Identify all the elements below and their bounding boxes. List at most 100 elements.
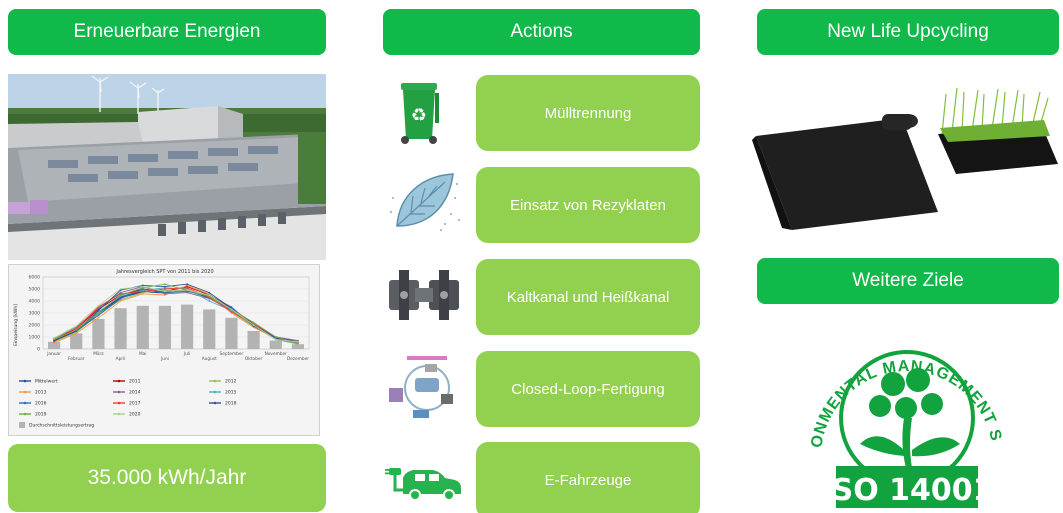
legend-label: 2012 [225, 379, 237, 385]
point-2016 [97, 314, 100, 317]
point-2013 [141, 292, 144, 295]
point-2020 [297, 340, 299, 343]
x-tick-label: August [202, 356, 217, 362]
chart-x-ticks: Januar Februar März April Mai Juni Juli AugustS… [46, 351, 309, 362]
point-2018 [164, 285, 166, 288]
svg-text:♻: ♻ [411, 105, 427, 125]
point-2013 [75, 332, 78, 335]
point-2018 [97, 309, 100, 312]
point-2019 [164, 283, 166, 286]
y-tick-label: 5000 [29, 287, 41, 293]
hot-runner-icon [385, 262, 465, 328]
point-2020 [164, 290, 166, 293]
legend-label: 2015 [225, 390, 237, 396]
legend-label: 2016 [35, 401, 47, 407]
header-actions: Actions [383, 9, 700, 55]
point-2017 [141, 290, 144, 293]
iso-14001-badge: ENVIRONMENTAL MANAGEMENT SYSTEM ISO 1400… [793, 313, 1014, 512]
point-2020 [119, 288, 122, 290]
x-tick-label: April [116, 356, 126, 362]
y-tick-label: 0 [37, 347, 40, 353]
point-2020 [252, 324, 255, 326]
electric-car-icon [385, 446, 465, 512]
recycle-bin-icon: ♻ [385, 79, 465, 145]
legend-label: 2018 [225, 401, 237, 407]
solar-factory-illustration [8, 74, 326, 260]
solar-yield-chart: Jahresvergleich SPT von 2011 bis 2020 Ei… [8, 264, 320, 436]
chart-title: Jahresvergleich SPT von 2011 bis 2020 [115, 269, 213, 275]
y-tick-label: 1000 [29, 335, 41, 341]
legend-label: 2017 [129, 401, 141, 407]
point-2017 [164, 288, 166, 290]
y-tick-label: 4000 [29, 299, 41, 305]
legend-marker [23, 379, 27, 383]
chart-y-axis-label: Einspeisung [kWh] [13, 304, 19, 346]
point-2019 [252, 321, 255, 324]
x-tick-label: Mai [139, 351, 147, 357]
point-2017 [230, 310, 233, 313]
x-tick-label: November [265, 351, 288, 357]
legend-marker [117, 390, 121, 394]
point-2020 [75, 325, 78, 328]
legend-marker [117, 379, 121, 383]
legend-marker [23, 401, 27, 405]
chart-lines [53, 283, 299, 346]
factory-rooftop-photo [8, 74, 326, 260]
legend-label: 2019 [35, 412, 47, 418]
chart-legend: Mittelwert 2011 2012 2013 2014 2015 2016 2017 20… [19, 379, 237, 429]
point-2020 [141, 285, 144, 288]
legend-marker [23, 412, 27, 416]
annual-energy-value: 35.000 kWh/Jahr [8, 444, 326, 512]
action-e-fahrzeuge-button[interactable]: E-Fahrzeuge [476, 442, 700, 513]
bar-April [114, 308, 127, 349]
x-tick-label: Juli [183, 351, 190, 357]
action-rezyklate-button[interactable]: Einsatz von Rezyklaten [476, 167, 700, 243]
bar-September [225, 317, 238, 349]
point-2018 [208, 291, 211, 294]
point-2019 [119, 294, 122, 296]
action-kaltkanal-heisskanal-button[interactable]: Kaltkanal und Heißkanal [476, 259, 700, 335]
point-2020 [97, 304, 100, 307]
legend-label: Mittelwert [35, 379, 58, 385]
point-2017 [186, 286, 188, 289]
chart-grid [42, 276, 310, 350]
legend-marker [213, 401, 217, 405]
point-2019 [274, 336, 277, 338]
point-2015 [208, 300, 211, 302]
point-2019 [75, 328, 78, 331]
bar-August [203, 309, 216, 349]
y-tick-label: 2000 [29, 323, 41, 329]
y-tick-label: 6000 [29, 275, 41, 281]
bar-März [92, 319, 105, 349]
x-tick-label: März [93, 351, 104, 357]
series-line-2014 [53, 286, 298, 342]
x-tick-label: Januar [46, 351, 61, 357]
upcycling-products-image [752, 80, 1062, 230]
action-closed-loop-button[interactable]: Closed-Loop-Fertigung [476, 351, 700, 427]
action-muelltrennung-button[interactable]: Mülltrennung [476, 75, 700, 151]
iso-label: ISO 14001 [820, 473, 993, 508]
point-2018 [186, 283, 188, 286]
bar-Mai [136, 305, 149, 349]
bar-Februar [70, 333, 83, 349]
x-tick-label: Oktober [245, 356, 263, 362]
legend-label: 2014 [129, 390, 141, 396]
point-2020 [186, 289, 188, 292]
header-new-life-upcycling: New Life Upcycling [757, 9, 1059, 55]
legend-label: 2013 [35, 390, 47, 396]
legend-label: 2011 [129, 379, 141, 385]
bar-Oktober [247, 331, 260, 349]
x-tick-label: Februar [68, 356, 85, 362]
leaf-icon [385, 168, 465, 234]
yearly-comparison-chart-svg: Jahresvergleich SPT von 2011 bis 2020 Ei… [13, 269, 310, 429]
point-2020 [208, 294, 211, 296]
legend-marker [213, 379, 217, 383]
x-tick-label: September [220, 351, 244, 357]
legend-label: Durchschnittsleistungsertrag [29, 423, 94, 429]
point-2020 [274, 338, 277, 341]
point-2019 [97, 312, 100, 314]
x-tick-label: Juni [160, 356, 169, 362]
legend-marker [117, 401, 121, 405]
point-2013 [97, 316, 100, 319]
bar-Juni [158, 305, 172, 349]
